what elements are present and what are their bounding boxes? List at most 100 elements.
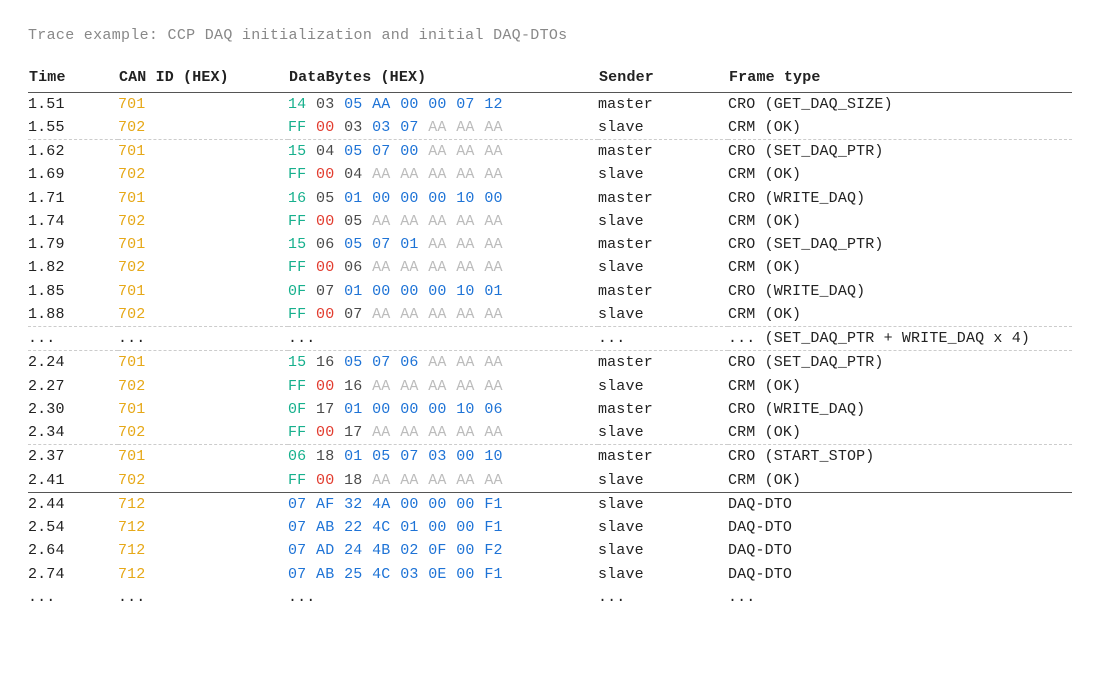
col-header-bytes: DataBytes (HEX)	[288, 65, 598, 92]
byte: 25	[344, 563, 363, 586]
cell-sender: ...	[598, 586, 728, 609]
cell-sender: slave	[598, 516, 728, 539]
cell-canid: 701	[118, 351, 288, 375]
byte: AA	[456, 140, 475, 163]
byte: F2	[484, 539, 503, 562]
byte: FF	[288, 116, 307, 139]
cell-sender: slave	[598, 116, 728, 140]
cell-canid: 701	[118, 233, 288, 256]
byte: 00	[428, 516, 447, 539]
cell-bytes: 0F 07 01 00 00 00 10 01	[288, 280, 598, 303]
byte: 02	[400, 539, 419, 562]
byte: FF	[288, 375, 307, 398]
byte: AA	[400, 163, 419, 186]
cell-time: 1.82	[28, 256, 118, 279]
cell-canid: 702	[118, 116, 288, 140]
byte: AA	[456, 303, 475, 326]
byte: 10	[484, 445, 503, 468]
byte: AA	[372, 256, 391, 279]
byte: AA	[456, 375, 475, 398]
byte: 07	[400, 445, 419, 468]
byte: AA	[372, 210, 391, 233]
byte: AA	[400, 421, 419, 444]
cell-sender: ...	[598, 327, 728, 351]
table-row: 2.3770106 18 01 05 07 03 00 10masterCRO …	[28, 445, 1072, 469]
cell-time: 1.55	[28, 116, 118, 140]
cell-ftype: DAQ-DTO	[728, 539, 1072, 562]
byte: 4C	[372, 563, 391, 586]
byte: AA	[372, 469, 391, 492]
cell-time: 1.79	[28, 233, 118, 256]
byte: AD	[316, 539, 335, 562]
byte: AA	[484, 375, 503, 398]
cell-time: 1.51	[28, 92, 118, 116]
cell-canid: ...	[118, 327, 288, 351]
byte: AA	[428, 256, 447, 279]
byte: 00	[372, 187, 391, 210]
byte: 15	[288, 351, 307, 374]
cell-ftype: DAQ-DTO	[728, 492, 1072, 516]
byte: 00	[372, 398, 391, 421]
byte: 05	[344, 140, 363, 163]
byte: FF	[288, 469, 307, 492]
cell-sender: slave	[598, 375, 728, 398]
byte: AA	[372, 163, 391, 186]
byte: 03	[400, 563, 419, 586]
byte: 05	[372, 445, 391, 468]
byte: 22	[344, 516, 363, 539]
byte: 18	[344, 469, 363, 492]
cell-bytes: FF 00 17 AA AA AA AA AA	[288, 421, 598, 445]
cell-ftype: ... (SET_DAQ_PTR + WRITE_DAQ x 4)	[728, 327, 1072, 351]
byte: 32	[344, 493, 363, 516]
cell-ftype: CRM (OK)	[728, 116, 1072, 140]
table-row: 1.69702FF 00 04 AA AA AA AA AAslaveCRM (…	[28, 163, 1072, 186]
byte: AA	[400, 469, 419, 492]
byte: F1	[484, 516, 503, 539]
col-header-canid: CAN ID (HEX)	[118, 65, 288, 92]
byte: 06	[484, 398, 503, 421]
byte: AA	[428, 140, 447, 163]
cell-bytes: FF 00 16 AA AA AA AA AA	[288, 375, 598, 398]
cell-time: 2.54	[28, 516, 118, 539]
byte: 05	[344, 93, 363, 116]
byte: 15	[288, 140, 307, 163]
cell-sender: slave	[598, 469, 728, 493]
byte: 00	[428, 493, 447, 516]
byte: AA	[372, 303, 391, 326]
cell-bytes: 15 04 05 07 00 AA AA AA	[288, 140, 598, 164]
table-row: 2.2470115 16 05 07 06 AA AA AAmasterCRO …	[28, 351, 1072, 375]
col-header-sender: Sender	[598, 65, 728, 92]
byte: 05	[344, 351, 363, 374]
byte: 0F	[288, 280, 307, 303]
cell-bytes: 06 18 01 05 07 03 00 10	[288, 445, 598, 469]
byte: AA	[428, 469, 447, 492]
byte: AA	[428, 210, 447, 233]
cell-bytes: ...	[288, 327, 598, 351]
byte: 00	[428, 398, 447, 421]
byte: AA	[428, 116, 447, 139]
cell-ftype: CRM (OK)	[728, 421, 1072, 445]
byte: AA	[456, 116, 475, 139]
byte: AA	[456, 351, 475, 374]
byte: AA	[456, 210, 475, 233]
byte: 00	[456, 563, 475, 586]
table-row: 1.74702FF 00 05 AA AA AA AA AAslaveCRM (…	[28, 210, 1072, 233]
trace-page: Trace example: CCP DAQ initialization an…	[0, 0, 1100, 700]
byte: 06	[400, 351, 419, 374]
byte: 00	[316, 256, 335, 279]
table-row: 2.7471207 AB 25 4C 03 0E 00 F1slaveDAQ-D…	[28, 563, 1072, 586]
byte: 04	[316, 140, 335, 163]
cell-ftype: DAQ-DTO	[728, 563, 1072, 586]
cell-sender: slave	[598, 210, 728, 233]
byte: AA	[428, 163, 447, 186]
cell-time: 2.37	[28, 445, 118, 469]
byte: 06	[316, 233, 335, 256]
table-row: 1.7170116 05 01 00 00 00 10 00masterCRO …	[28, 187, 1072, 210]
byte: 00	[400, 398, 419, 421]
byte: 24	[344, 539, 363, 562]
byte: 07	[400, 116, 419, 139]
cell-sender: slave	[598, 163, 728, 186]
byte: FF	[288, 421, 307, 444]
table-row: 1.55702FF 00 03 03 07 AA AA AAslaveCRM (…	[28, 116, 1072, 140]
byte: 07	[316, 280, 335, 303]
